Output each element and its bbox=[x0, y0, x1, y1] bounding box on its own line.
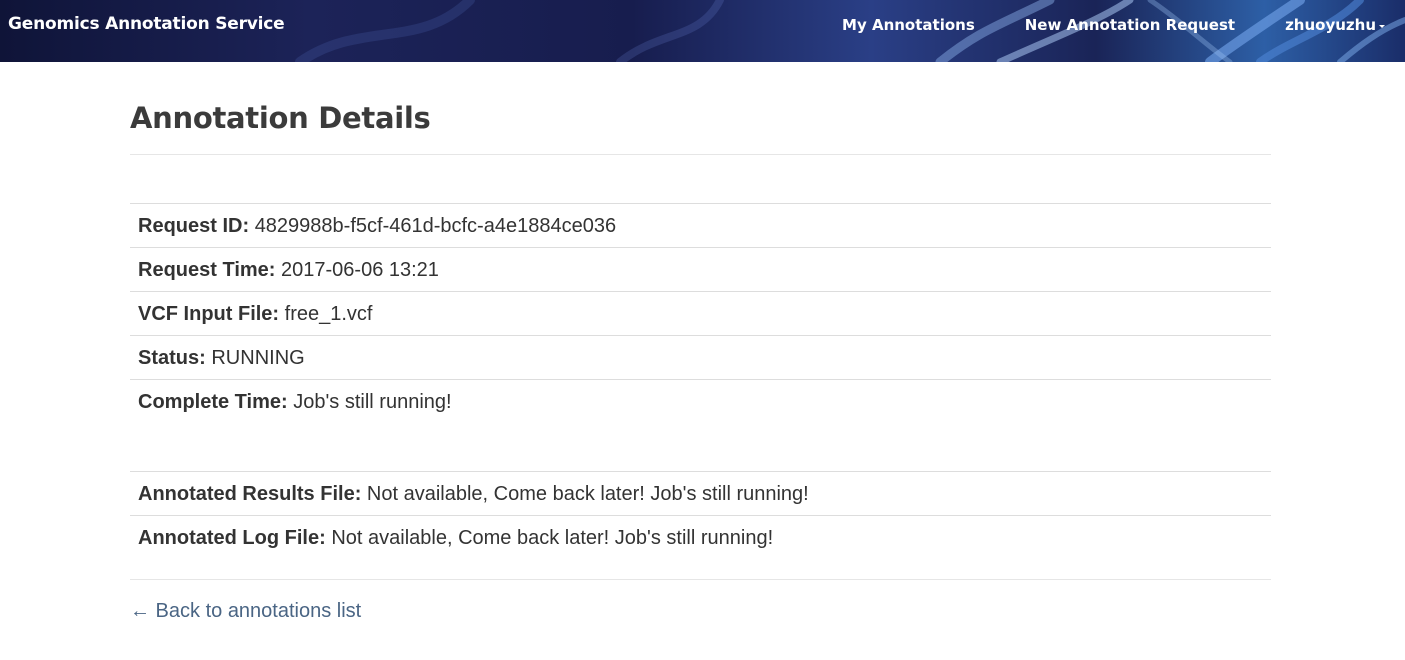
detail-label: Annotated Log File: bbox=[138, 527, 326, 549]
detail-label: Status: bbox=[138, 347, 206, 369]
title-divider bbox=[130, 154, 1271, 155]
main-content: Annotation Details Request ID: 4829988b-… bbox=[130, 62, 1271, 623]
status-value: RUNNING bbox=[211, 347, 305, 369]
back-to-list-link[interactable]: ← Back to annotations list bbox=[130, 600, 361, 623]
navbar: Genomics Annotation Service My Annotatio… bbox=[0, 0, 1405, 62]
detail-row-log-file: Annotated Log File: Not available, Come … bbox=[130, 515, 1271, 559]
detail-row-request-id: Request ID: 4829988b-f5cf-461d-bcfc-a4e1… bbox=[130, 203, 1271, 247]
page-title: Annotation Details bbox=[130, 101, 431, 135]
detail-row-input-file: VCF Input File: free_1.vcf bbox=[130, 291, 1271, 335]
user-menu-dropdown[interactable]: zhuoyuzhu bbox=[1285, 16, 1385, 34]
detail-label: VCF Input File: bbox=[138, 303, 280, 325]
user-name: zhuoyuzhu bbox=[1285, 16, 1376, 34]
nav-new-annotation-request[interactable]: New Annotation Request bbox=[1025, 16, 1235, 34]
detail-value: Job's still running! bbox=[293, 391, 452, 413]
bottom-divider bbox=[130, 579, 1271, 580]
detail-value: free_1.vcf bbox=[284, 303, 373, 325]
nav-links: My Annotations New Annotation Request zh… bbox=[792, 16, 1385, 34]
detail-label: Request ID: bbox=[138, 215, 250, 237]
detail-value: Not available, Come back later! Job's st… bbox=[331, 527, 774, 549]
detail-row-status: Status: RUNNING bbox=[130, 335, 1271, 379]
brand-link[interactable]: Genomics Annotation Service bbox=[8, 14, 285, 34]
detail-label: Request Time: bbox=[138, 259, 276, 281]
nav-my-annotations[interactable]: My Annotations bbox=[842, 16, 975, 34]
caret-down-icon bbox=[1379, 24, 1385, 28]
detail-row-results-file: Annotated Results File: Not available, C… bbox=[130, 471, 1271, 515]
detail-label: Annotated Results File: bbox=[138, 483, 362, 505]
detail-value: 2017-06-06 13:21 bbox=[281, 259, 439, 281]
detail-value: 4829988b-f5cf-461d-bcfc-a4e1884ce036 bbox=[254, 215, 617, 237]
annotation-details: Request ID: 4829988b-f5cf-461d-bcfc-a4e1… bbox=[130, 203, 1271, 559]
detail-label: Complete Time: bbox=[138, 391, 288, 413]
detail-value: Not available, Come back later! Job's st… bbox=[366, 483, 809, 505]
detail-row-complete-time: Complete Time: Job's still running! bbox=[130, 379, 1271, 471]
detail-row-request-time: Request Time: 2017-06-06 13:21 bbox=[130, 247, 1271, 291]
